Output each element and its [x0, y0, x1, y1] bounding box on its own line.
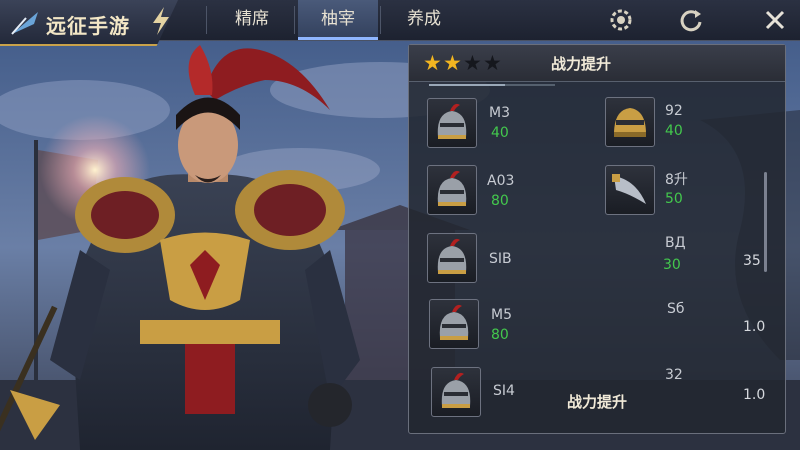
item-value: 30: [663, 257, 681, 273]
tab-1[interactable]: 精席: [212, 0, 292, 40]
star-rating: ★★★★: [423, 53, 503, 74]
tab-3[interactable]: 养成: [384, 0, 464, 40]
star-empty-icon: ★: [463, 51, 482, 75]
side-value: 1.0: [743, 387, 766, 403]
footer-label: 战力提升: [567, 393, 628, 411]
knight-helmet-icon: [437, 238, 467, 274]
equipment-slot[interactable]: [605, 165, 655, 215]
item-value: 40: [665, 123, 683, 139]
settings-gear-icon[interactable]: [606, 5, 636, 35]
side-value: 35: [743, 253, 761, 269]
item-code: SIB: [489, 251, 512, 267]
tab-2-active[interactable]: 柚宰: [298, 0, 378, 40]
upgrade-panel: ★★★★ 战力提升 M3 40 A03 80 SIB M5 80 SI4 92 …: [408, 44, 786, 434]
lightning-bolt-icon: [153, 7, 169, 35]
equipment-slot[interactable]: [431, 367, 481, 417]
equipment-slot[interactable]: [427, 165, 477, 215]
equipment-slot[interactable]: [427, 233, 477, 283]
refresh-icon[interactable]: [676, 5, 706, 35]
item-code: BД: [665, 235, 686, 251]
item-value: 80: [491, 193, 509, 209]
item-code: M5: [491, 307, 512, 323]
app-title: 远征手游: [46, 14, 130, 38]
item-code: SI4: [493, 383, 515, 399]
golden-helmet-icon: [614, 108, 646, 137]
equipment-slot[interactable]: [427, 98, 477, 148]
star-empty-icon: ★: [483, 51, 502, 75]
item-value: 40: [491, 125, 509, 141]
tab-divider: [206, 6, 207, 34]
tab-divider: [294, 6, 295, 34]
equipment-slot[interactable]: [429, 299, 479, 349]
item-code: Sб: [667, 301, 685, 317]
knight-helmet-icon: [437, 103, 467, 139]
item-code: 8升: [665, 172, 688, 188]
star-filled-icon: ★: [443, 51, 462, 75]
side-value: 1.0: [743, 319, 766, 335]
flag-icon: [11, 12, 38, 35]
item-code: M3: [489, 105, 510, 121]
curved-blade-icon: [612, 174, 646, 204]
star-filled-icon: ★: [423, 51, 442, 75]
panel-header: ★★★★ 战力提升: [409, 45, 785, 82]
knight-helmet-icon: [437, 170, 467, 206]
item-code: 92: [665, 103, 683, 119]
close-icon[interactable]: [760, 5, 790, 35]
panel-title: 战力提升: [551, 55, 612, 73]
panel-scrollbar[interactable]: [764, 172, 767, 272]
item-code: A03: [487, 173, 515, 189]
top-bar: 远征手游 精席 柚宰 养成: [0, 0, 800, 46]
item-value: 50: [665, 191, 683, 207]
item-value: 80: [491, 327, 509, 343]
knight-helmet-icon: [441, 372, 471, 408]
knight-helmet-icon: [439, 304, 469, 340]
item-code: 32: [665, 367, 683, 383]
progress-bar: [429, 84, 555, 86]
tab-divider: [380, 6, 381, 34]
progress-fill: [429, 84, 505, 86]
equipment-slot[interactable]: [605, 97, 655, 147]
